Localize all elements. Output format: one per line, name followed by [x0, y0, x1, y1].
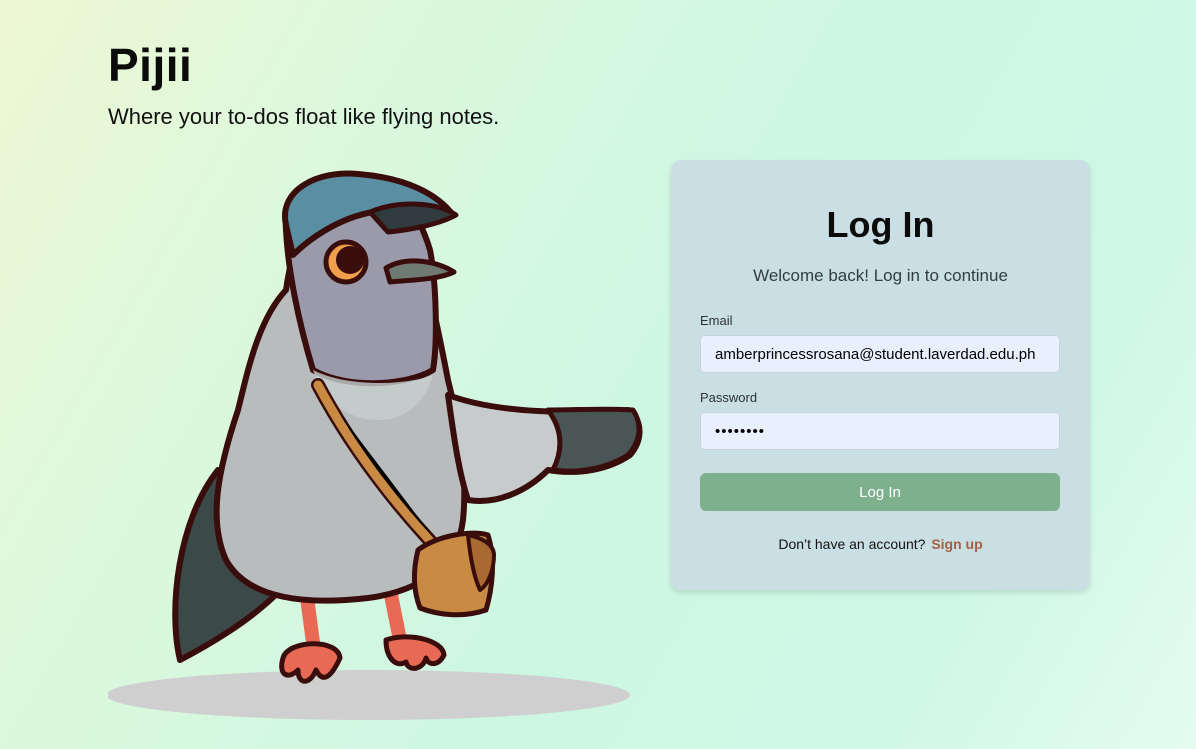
app-title: Pijii	[108, 39, 193, 91]
email-label: Email	[700, 313, 733, 328]
login-button[interactable]: Log In	[700, 473, 1060, 511]
signup-prompt: Don’t have an account? Sign up	[671, 536, 1090, 552]
password-field[interactable]	[700, 412, 1060, 450]
pigeon-mascot-icon	[108, 170, 643, 720]
login-subtitle: Welcome back! Log in to continue	[753, 266, 1008, 285]
signup-prompt-text: Don’t have an account?	[778, 536, 926, 552]
app-tagline: Where your to-dos float like flying note…	[108, 104, 500, 129]
signup-link[interactable]: Sign up	[931, 536, 982, 552]
login-card: Log In Welcome back! Log in to continue …	[671, 160, 1090, 590]
login-heading: Log In	[826, 204, 935, 245]
password-label: Password	[700, 390, 758, 405]
brand-header: Pijii Where your to-dos float like flyin…	[108, 38, 499, 130]
email-field[interactable]	[700, 335, 1060, 373]
